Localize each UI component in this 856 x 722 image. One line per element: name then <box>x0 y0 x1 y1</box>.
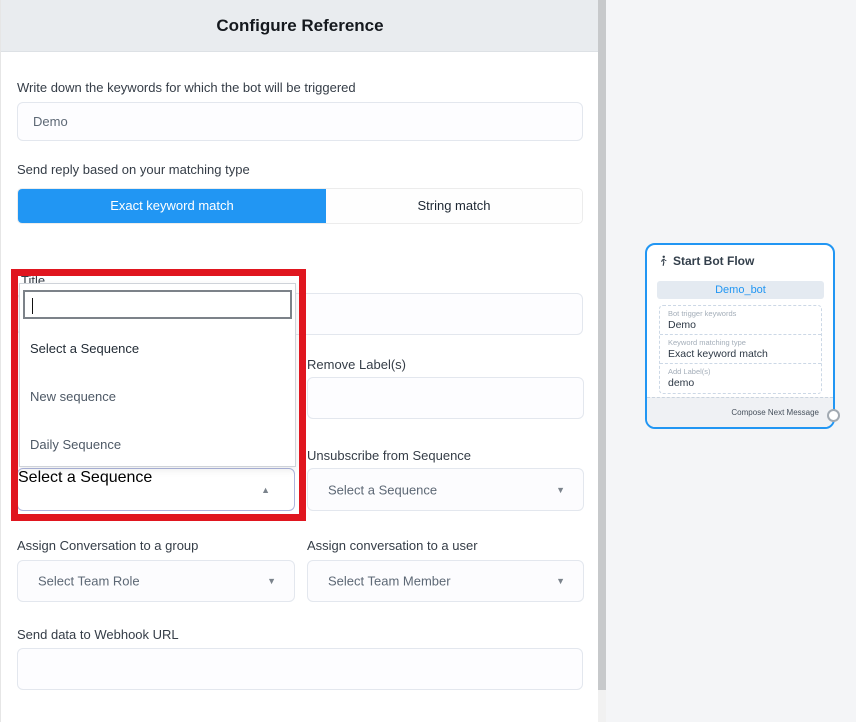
keywords-label: Write down the keywords for which the bo… <box>17 80 356 95</box>
assign-group-select[interactable]: Select Team Role ▼ <box>17 560 295 602</box>
assign-group-value: Select Team Role <box>38 574 140 589</box>
keywords-input[interactable] <box>17 102 583 141</box>
caret-down-icon: ▼ <box>556 576 565 586</box>
remove-labels-label: Remove Label(s) <box>307 357 406 372</box>
caret-up-icon: ▲ <box>261 485 270 495</box>
tab-exact-keyword-match[interactable]: Exact keyword match <box>18 189 326 223</box>
subscribe-sequence-value: Select a Sequence <box>18 469 152 486</box>
card-field-label: Add Label(s) <box>668 367 813 376</box>
sequence-option[interactable]: Select a Sequence <box>20 324 295 372</box>
card-field-value: Demo <box>668 319 813 332</box>
card-field: Keyword matching type Exact keyword matc… <box>660 335 821 364</box>
card-field-label: Bot trigger keywords <box>668 309 813 318</box>
card-fields-group: Bot trigger keywords Demo Keyword matchi… <box>659 305 822 394</box>
page-title: Configure Reference <box>1 0 599 51</box>
card-field-value: Exact keyword match <box>668 348 813 361</box>
caret-down-icon: ▼ <box>556 485 565 495</box>
webhook-url-input[interactable] <box>17 648 583 690</box>
walking-person-icon <box>657 255 669 267</box>
assign-user-value: Select Team Member <box>328 574 451 589</box>
assign-user-label: Assign conversation to a user <box>307 538 478 553</box>
matching-type-label: Send reply based on your matching type <box>17 162 250 177</box>
unsubscribe-sequence-select[interactable]: Select a Sequence ▼ <box>307 468 584 511</box>
card-title: Start Bot Flow <box>673 254 754 268</box>
card-field-label: Keyword matching type <box>668 338 813 347</box>
tab-string-match[interactable]: String match <box>326 189 582 223</box>
panel-header: Configure Reference <box>1 0 599 52</box>
card-header: Start Bot Flow <box>657 254 754 268</box>
subscribe-sequence-select[interactable]: Select a Sequence ▲ <box>17 468 295 511</box>
bot-name-pill[interactable]: Demo_bot <box>657 281 824 299</box>
remove-labels-input[interactable] <box>307 377 584 419</box>
webhook-url-label: Send data to Webhook URL <box>17 627 179 642</box>
matching-type-tabs: Exact keyword match String match <box>17 188 583 224</box>
card-field-value: demo <box>668 377 813 390</box>
assign-user-select[interactable]: Select Team Member ▼ <box>307 560 584 602</box>
sequence-search-input[interactable] <box>23 290 292 319</box>
card-field: Add Label(s) demo <box>660 364 821 393</box>
configure-panel: Configure Reference Write down the keywo… <box>0 0 598 722</box>
card-field: Bot trigger keywords Demo <box>660 306 821 335</box>
unsubscribe-sequence-value: Select a Sequence <box>328 482 437 497</box>
sequence-option[interactable]: New sequence <box>20 372 295 420</box>
flow-canvas: Start Bot Flow Demo_bot Bot trigger keyw… <box>606 0 856 722</box>
compose-next-message-label: Compose Next Message <box>647 397 833 427</box>
caret-down-icon: ▼ <box>267 576 276 586</box>
text-cursor <box>32 298 33 314</box>
connector-point[interactable] <box>827 409 840 422</box>
scrollbar-thumb[interactable] <box>598 0 606 690</box>
sequence-option[interactable]: Daily Sequence <box>20 420 295 468</box>
unsubscribe-sequence-label: Unsubscribe from Sequence <box>307 448 471 463</box>
assign-group-label: Assign Conversation to a group <box>17 538 198 553</box>
sequence-dropdown-panel: Select a Sequence New sequence Daily Seq… <box>19 283 296 467</box>
start-bot-flow-card[interactable]: Start Bot Flow Demo_bot Bot trigger keyw… <box>645 243 835 429</box>
